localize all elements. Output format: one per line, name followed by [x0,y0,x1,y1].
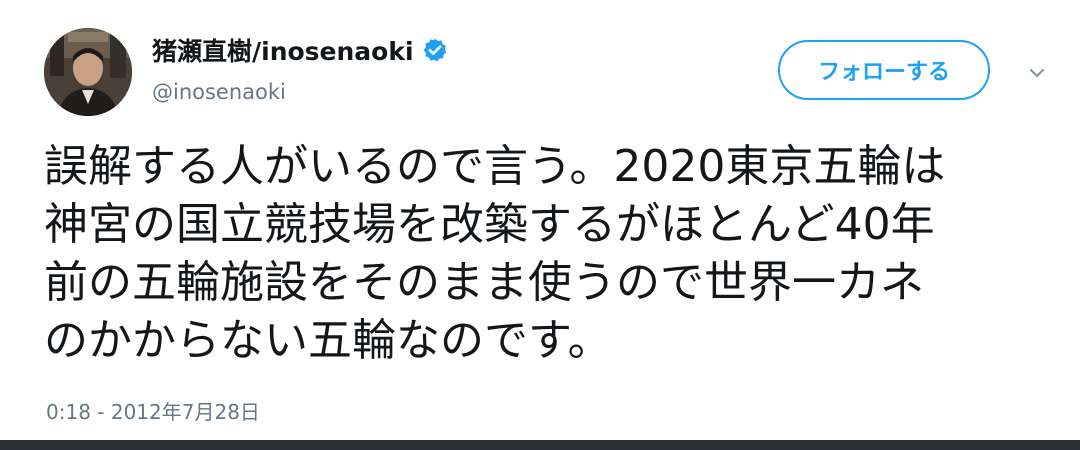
tweet-text-line: 前の五輪施設をそのまま使うので世界一カネ [44,257,924,308]
avatar[interactable] [44,28,132,116]
tweet-timestamp[interactable]: 0:18 - 2012年7月28日 [46,396,260,425]
tweet-text-line: 誤解する人がいるので言う。2020東京五輪は [44,141,946,192]
user-handle[interactable]: @inosenaoki [152,80,286,104]
verified-badge-icon [422,37,448,63]
display-name[interactable]: 猪瀬直樹/inosenaoki [152,32,414,68]
tweet-text: 誤解する人がいるので言う。2020東京五輪は 神宮の国立競技場を改築するがほとん… [44,138,1044,370]
bottom-bar [0,440,1080,450]
chevron-down-icon[interactable] [1022,58,1052,88]
follow-button[interactable]: フォローする [778,40,990,100]
name-row: 猪瀬直樹/inosenaoki [152,30,448,70]
tweet-text-line: 神宮の国立競技場を改築するがほとんど40年 [44,199,935,250]
tweet-text-line: のかからない五輪なのです。 [44,315,612,366]
tweet-card: 猪瀬直樹/inosenaoki @inosenaoki フォローする 誤解する人… [0,0,1080,440]
avatar-image [44,28,132,116]
